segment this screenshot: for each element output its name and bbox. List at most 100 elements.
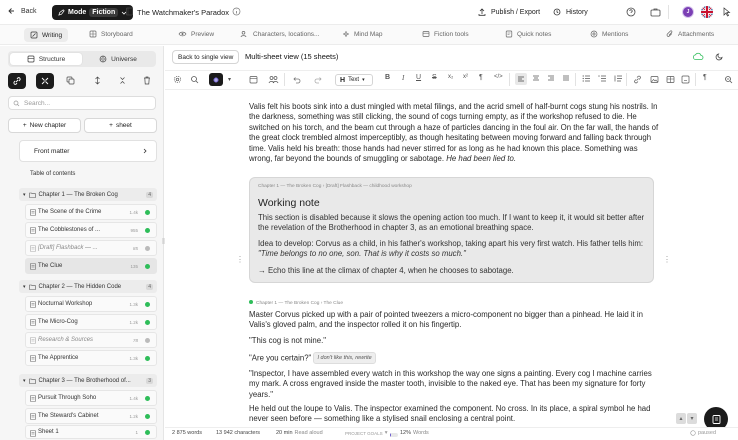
multi-sheet-title: Multi-sheet view (15 sheets) — [245, 52, 339, 61]
scene-paragraph[interactable]: "This cog is not mine." — [249, 336, 662, 346]
tab-fiction-tools[interactable]: Fiction tools — [422, 30, 469, 38]
superscript-icon[interactable]: x² — [463, 74, 468, 80]
align-center-icon[interactable] — [532, 75, 540, 82]
status-dot — [145, 301, 150, 307]
tab-storyboard[interactable]: Storyboard — [89, 30, 133, 38]
document-title[interactable]: The Watchmaker's Paradox — [137, 8, 229, 17]
scene-item[interactable]: Research & Sources 78 — [25, 332, 157, 348]
scene-item[interactable]: The Micro-Cog 1.2k — [25, 314, 157, 330]
info-icon[interactable] — [232, 7, 241, 16]
arrow-down-icon[interactable]: ▾ — [687, 413, 697, 424]
tab-mentions[interactable]: Mentions — [590, 30, 628, 38]
chapter-item[interactable]: ▾ Chapter 1 — The Broken Cog 4 — [19, 188, 157, 201]
tab-structure[interactable]: Structure — [10, 53, 82, 65]
cursor-icon[interactable] — [722, 7, 731, 17]
scene-text[interactable]: Valis felt his boots sink into a dust mi… — [249, 102, 662, 164]
image-icon[interactable] — [650, 75, 659, 84]
numbered-list-icon[interactable] — [598, 75, 607, 82]
align-left-icon[interactable] — [515, 73, 527, 85]
users-icon[interactable] — [268, 75, 279, 84]
align-justify-icon[interactable] — [562, 75, 570, 82]
subscript-icon[interactable]: x₂ — [448, 74, 453, 80]
arrow-up-icon[interactable]: ▴ — [676, 413, 686, 424]
chevron-down-icon[interactable]: ▾ — [228, 76, 231, 83]
tab-universe[interactable]: Universe — [82, 53, 154, 65]
align-right-icon[interactable] — [547, 75, 555, 82]
duplicate-icon[interactable] — [66, 76, 75, 85]
pomodoro-status[interactable]: paused — [690, 430, 716, 436]
briefcase-icon[interactable] — [650, 7, 661, 17]
tab-quick-notes[interactable]: Quick notes — [505, 30, 551, 38]
scene-paragraph[interactable]: "Are you certain?" I don't like this, re… — [249, 352, 662, 365]
text-style-select[interactable]: H Text ▾ — [335, 74, 373, 86]
strikethrough-icon[interactable]: S — [432, 74, 437, 81]
back-to-single-view-button[interactable]: Back to single view — [172, 50, 240, 64]
tab-preview[interactable]: Preview — [178, 30, 214, 38]
footnote-icon[interactable] — [681, 75, 690, 84]
link-icon[interactable] — [633, 75, 642, 84]
scene-item[interactable]: The Steward's Cabinet 1.2k — [25, 408, 157, 424]
redo-icon[interactable] — [314, 75, 323, 84]
code-icon[interactable]: </> — [494, 74, 503, 80]
scene-item[interactable]: The Apprentice 1.3k — [25, 350, 157, 366]
tab-writing[interactable]: Writing — [24, 28, 69, 42]
scene-paragraph[interactable]: "Inspector, I have assembled every watch… — [249, 369, 662, 400]
tab-mind-map[interactable]: Mind Map — [342, 30, 383, 38]
bold-icon[interactable]: B — [385, 74, 390, 81]
scene-word-count: 1.2k — [129, 413, 138, 419]
ai-assistant-button[interactable] — [209, 73, 223, 86]
pilcrow-icon[interactable]: ¶ — [703, 74, 707, 81]
scene-paragraph[interactable]: He held out the loupe to Valis. The insp… — [249, 404, 662, 425]
avatar[interactable]: J — [682, 6, 694, 18]
new-sheet-button[interactable]: + sheet — [84, 118, 157, 133]
tab-characters[interactable]: Characters, locations... — [240, 30, 319, 38]
search-icon[interactable] — [190, 75, 199, 84]
table-icon[interactable] — [666, 75, 675, 84]
paragraph-icon[interactable]: ¶ — [479, 74, 483, 81]
history-button[interactable]: History — [553, 8, 588, 16]
chapter-item[interactable]: ▾ Chapter 3 — The Brotherhood of... 3 — [19, 374, 157, 387]
collapse-icon — [40, 76, 50, 86]
collapse-all-icon[interactable] — [118, 76, 127, 85]
calendar-icon[interactable] — [249, 75, 258, 84]
uk-flag-icon[interactable] — [701, 6, 713, 18]
scene-word-count: 1.3k — [129, 355, 138, 361]
zoom-out-icon[interactable] — [724, 75, 733, 84]
scene-item[interactable]: [Draft] Flashback — ... 85 — [25, 240, 157, 256]
scene-item[interactable]: The Scene of the Crime 1.4k — [25, 204, 157, 220]
scene-item[interactable]: Pursuit Through Soho 1.4k — [25, 390, 157, 406]
scene-item[interactable]: Nocturnal Workshop 1.3k — [25, 296, 157, 312]
tab-attachments[interactable]: Attachments — [666, 30, 714, 38]
mode-selector[interactable]: Mode Fiction — [52, 5, 134, 20]
trash-icon[interactable] — [143, 76, 151, 85]
bullet-list-icon[interactable] — [582, 75, 591, 82]
moon-icon[interactable] — [715, 52, 724, 61]
back-button[interactable]: Back — [8, 7, 37, 15]
link-mode-button[interactable] — [8, 73, 26, 89]
scene-item[interactable]: The Clue 135 — [25, 258, 157, 274]
tab-label: Quick notes — [517, 30, 552, 38]
front-matter-item[interactable]: Front matter — [19, 140, 157, 162]
expand-icon[interactable] — [93, 76, 102, 85]
sidebar-search-input[interactable]: Search... — [8, 96, 156, 110]
table-of-contents-item[interactable]: Table of contents — [30, 171, 75, 177]
quote-icon[interactable] — [614, 75, 623, 82]
collapse-button[interactable] — [36, 73, 54, 89]
scene-item[interactable]: Sheet 1 1 — [25, 425, 157, 439]
comment-chip[interactable]: I don't like this, rewrite — [313, 352, 376, 365]
scene-paragraph[interactable]: Master Corvus picked up with a pair of p… — [249, 310, 662, 331]
chapter-item[interactable]: ▾ Chapter 2 — The Hidden Code 4 — [19, 280, 157, 293]
undo-icon[interactable] — [292, 75, 301, 84]
drag-handle[interactable]: ⋮ — [236, 255, 244, 264]
timer-icon — [690, 430, 696, 436]
scene-item[interactable]: The Cobblestones of ... 955 — [25, 222, 157, 238]
settings-icon[interactable] — [173, 75, 182, 84]
publish-export-button[interactable]: Publish / Export — [478, 8, 540, 16]
italic-icon[interactable]: I — [402, 74, 404, 82]
underline-icon[interactable]: U — [416, 74, 421, 81]
new-chapter-button[interactable]: + New chapter — [8, 118, 81, 133]
help-icon[interactable] — [626, 7, 636, 17]
project-goals[interactable]: PROJECT GOALS ▾ — [345, 430, 387, 436]
drag-handle[interactable]: ⋮ — [663, 255, 671, 264]
cloud-sync-icon[interactable] — [693, 52, 704, 61]
